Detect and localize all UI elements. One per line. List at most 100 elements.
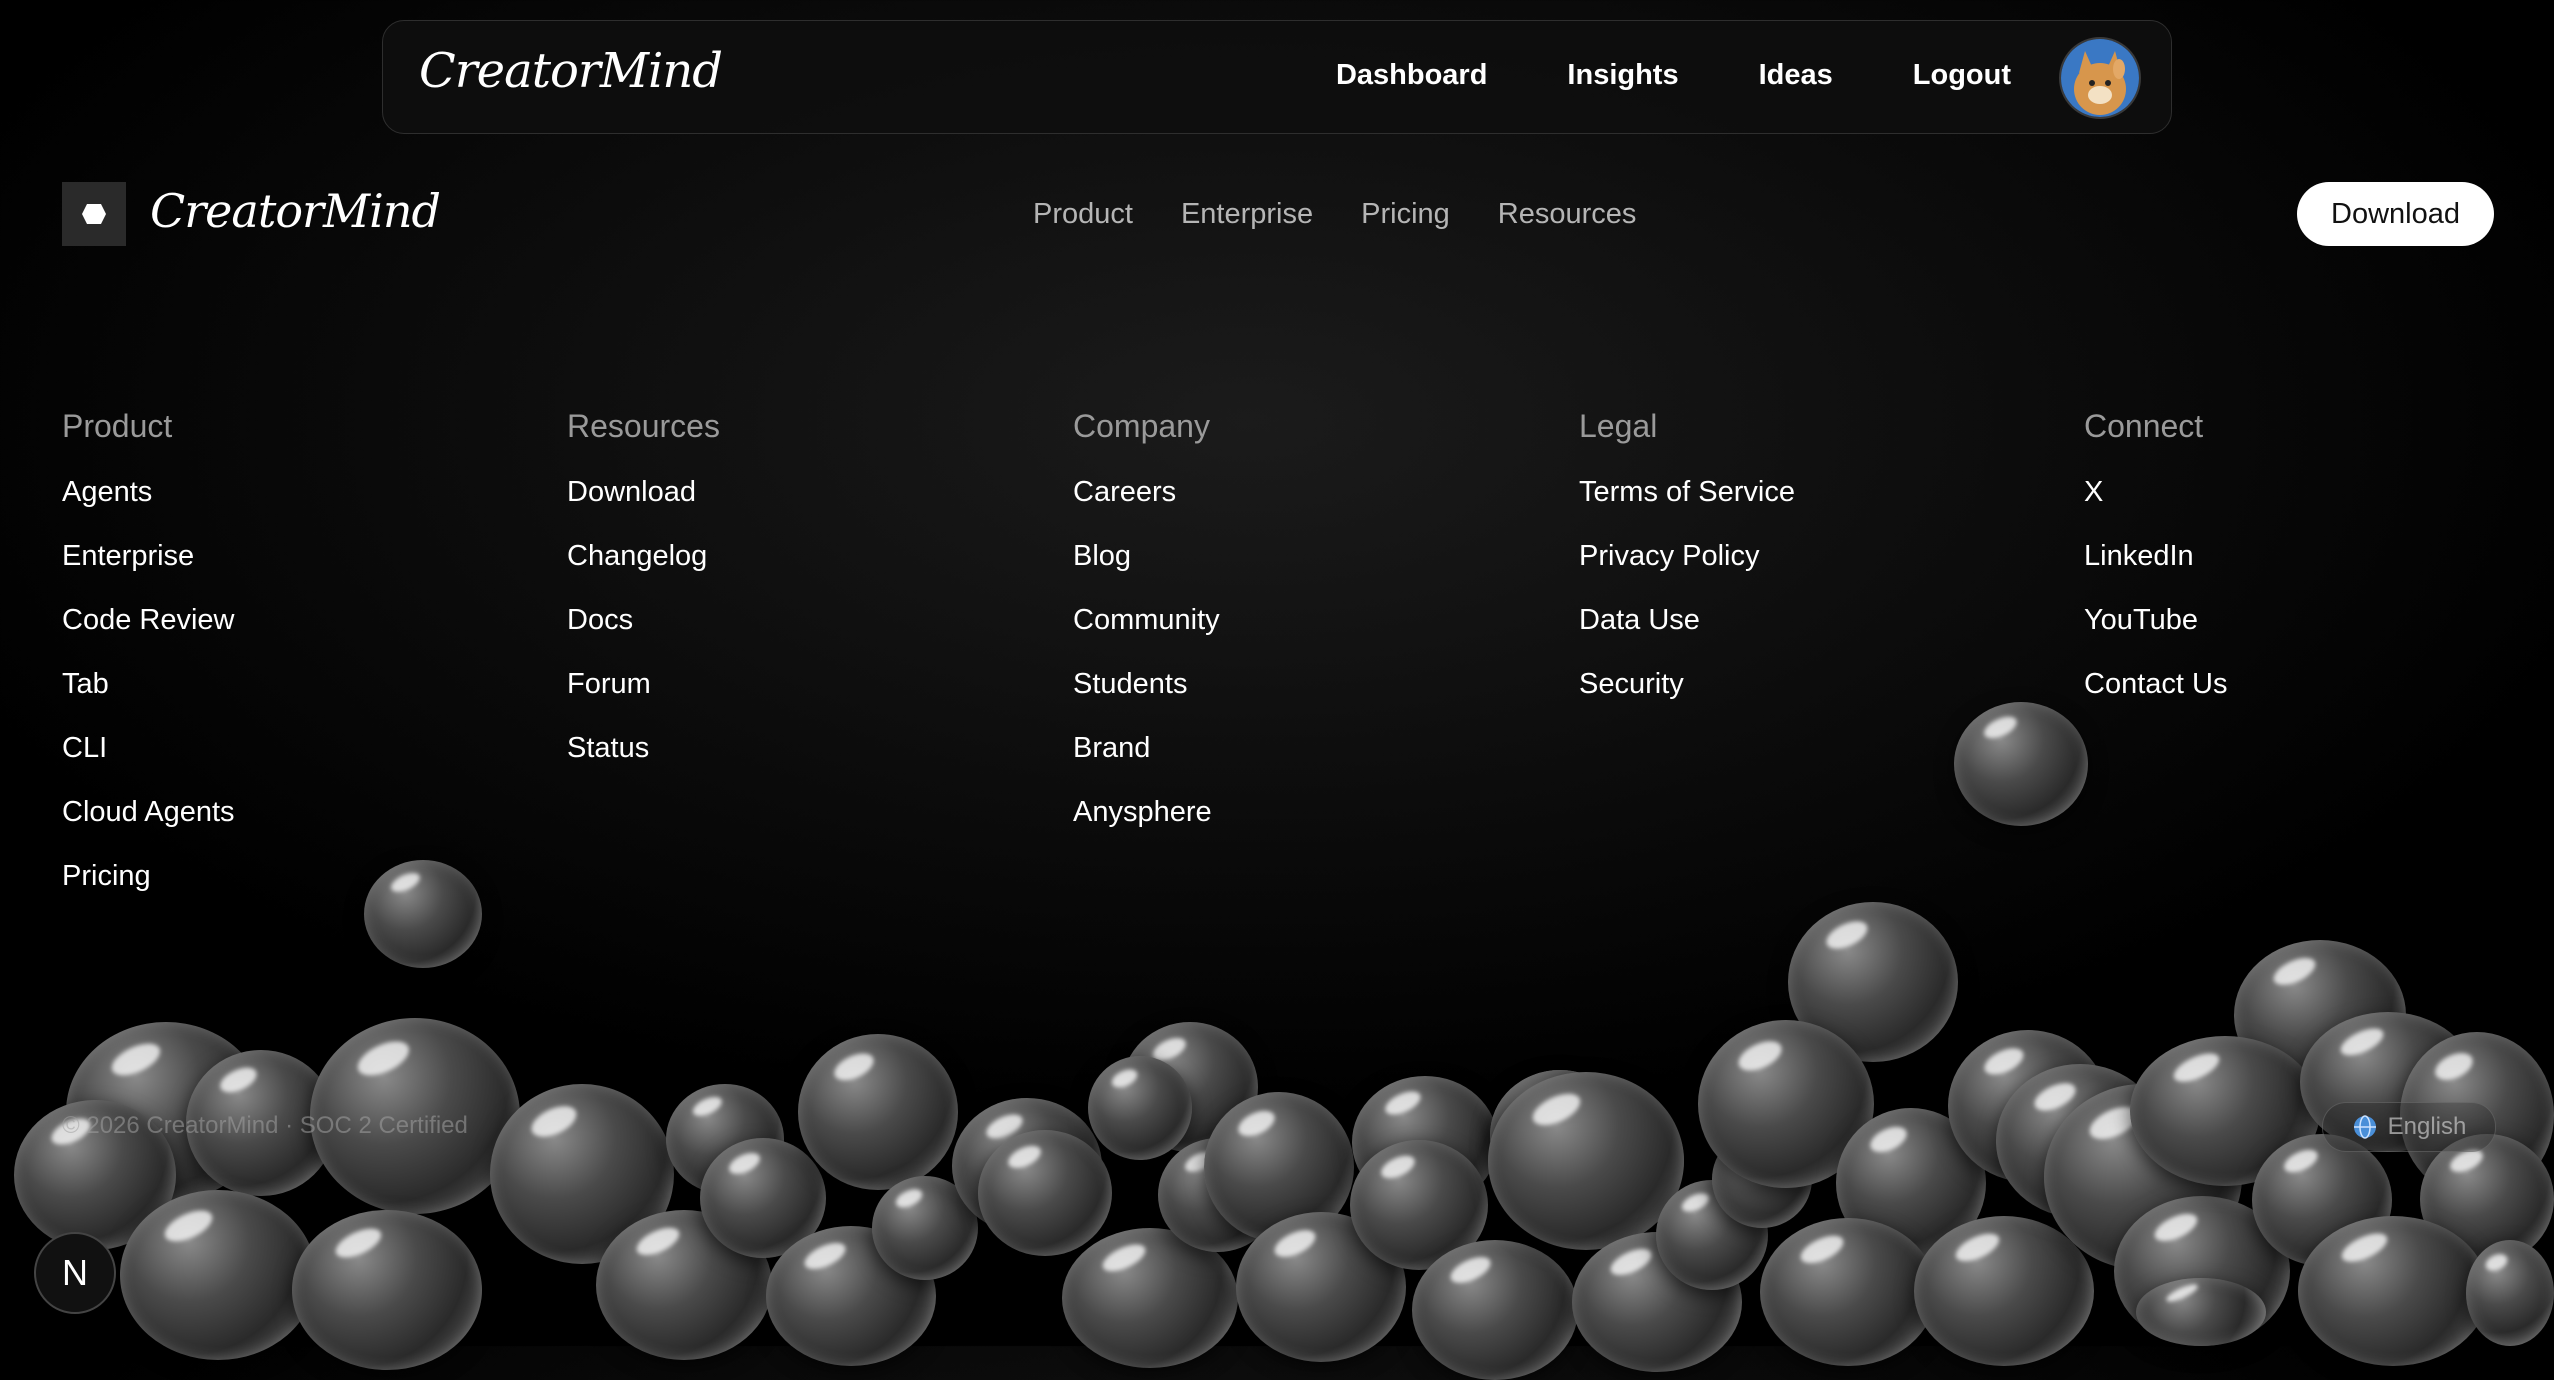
bubble [1352, 1076, 1498, 1208]
footer-link[interactable]: Contact Us [2084, 667, 2227, 731]
bubble [1534, 1090, 1684, 1230]
bubble [766, 1226, 936, 1366]
footer-link[interactable]: Anysphere [1073, 795, 1220, 859]
nav-dashboard[interactable]: Dashboard [1336, 59, 1487, 92]
bubble [1948, 1030, 2108, 1182]
bubble [1914, 1216, 2094, 1366]
copyright: © 2026 CreatorMind · SOC 2 Certified [62, 1112, 468, 1139]
cat-avatar-icon [2061, 39, 2139, 117]
bubble [1488, 1072, 1684, 1250]
bubble [2234, 940, 2406, 1090]
footer-link[interactable]: Community [1073, 603, 1220, 667]
bubble [364, 860, 482, 968]
app-nav: Dashboard Insights Ideas Logout [1336, 59, 2011, 92]
site-logo[interactable]: CreatorMind [150, 184, 441, 238]
footer-column-legal: Legal Terms of Service Privacy Policy Da… [1579, 408, 1795, 731]
bubble [1204, 1092, 1354, 1242]
footer-link[interactable]: Tab [62, 667, 235, 731]
bubble [1490, 1070, 1630, 1200]
nav-insights[interactable]: Insights [1567, 59, 1678, 92]
footer-column-product: Product Agents Enterprise Code Review Ta… [62, 408, 235, 923]
footer-link[interactable]: Terms of Service [1579, 475, 1795, 539]
nav-ideas[interactable]: Ideas [1759, 59, 1833, 92]
bubble [1122, 1022, 1258, 1152]
bubble [2420, 1134, 2554, 1264]
bubble [2044, 1084, 2242, 1270]
bubble [2298, 1216, 2488, 1366]
avatar[interactable] [2059, 37, 2141, 119]
footer-link[interactable]: Careers [1073, 475, 1220, 539]
site-logo-mark[interactable] [62, 182, 126, 246]
footer-link[interactable]: Changelog [567, 539, 720, 603]
footer-column-title: Legal [1579, 408, 1658, 444]
bubble [978, 1130, 1112, 1256]
footer-link[interactable]: Students [1073, 667, 1220, 731]
bubble [292, 1210, 482, 1370]
bubble [1062, 1228, 1238, 1368]
bubble [120, 1190, 316, 1360]
bubble [1788, 902, 1958, 1062]
bubble [1760, 1218, 1936, 1366]
footer-link[interactable]: Download [567, 475, 720, 539]
bubble [666, 1084, 784, 1194]
footer-link[interactable]: Security [1579, 667, 1795, 731]
n-badge[interactable]: N [34, 1232, 116, 1314]
hexagon-icon [82, 204, 106, 224]
bubble [952, 1098, 1102, 1234]
bubble [700, 1138, 826, 1258]
bubble [1656, 1180, 1768, 1290]
footer-link[interactable]: CLI [62, 731, 235, 795]
bubble [2114, 1196, 2290, 1346]
bubble [2136, 1278, 2266, 1346]
footer-link[interactable]: LinkedIn [2084, 539, 2227, 603]
site-nav-enterprise[interactable]: Enterprise [1181, 198, 1313, 231]
nav-logout[interactable]: Logout [1913, 59, 2011, 92]
bubble [1088, 1056, 1192, 1160]
bubble [1490, 1070, 1630, 1200]
download-button[interactable]: Download [2297, 182, 2494, 246]
app-logo[interactable]: CreatorMind [419, 43, 723, 99]
footer-link[interactable]: YouTube [2084, 603, 2227, 667]
bubble [1158, 1138, 1278, 1252]
bubble [1954, 702, 2088, 826]
bubble [1572, 1232, 1742, 1372]
footer-column-title: Connect [2084, 408, 2204, 444]
footer-column-resources: Resources Download Changelog Docs Forum … [567, 408, 720, 795]
bubble [1350, 1140, 1488, 1270]
site-nav-pricing[interactable]: Pricing [1361, 198, 1450, 231]
footer-link[interactable]: X [2084, 475, 2227, 539]
language-selector[interactable]: English [2322, 1102, 2496, 1152]
bubble [2130, 1036, 2320, 1186]
bubble [1236, 1212, 1406, 1362]
footer-link[interactable]: Cloud Agents [62, 795, 235, 859]
footer-link[interactable]: Enterprise [62, 539, 235, 603]
footer-link[interactable]: Blog [1073, 539, 1220, 603]
footer-link[interactable]: Status [567, 731, 720, 795]
footer-column-connect: Connect X LinkedIn YouTube Contact Us [2084, 408, 2227, 731]
bubble [1698, 1020, 1874, 1188]
footer-link[interactable]: Agents [62, 475, 235, 539]
footer-column-title: Resources [567, 408, 720, 444]
footer-link[interactable]: Docs [567, 603, 720, 667]
site-nav-product[interactable]: Product [1033, 198, 1133, 231]
footer-link[interactable]: Forum [567, 667, 720, 731]
site-nav: Product Enterprise Pricing Resources [1033, 198, 1636, 231]
bubble [596, 1210, 772, 1360]
site-nav-resources[interactable]: Resources [1498, 198, 1637, 231]
footer-link[interactable]: Pricing [62, 859, 235, 923]
footer-link[interactable]: Privacy Policy [1579, 539, 1795, 603]
footer-link[interactable]: Data Use [1579, 603, 1795, 667]
bubble [2466, 1240, 2554, 1346]
bubble [872, 1176, 978, 1280]
footer-column-title: Product [62, 408, 173, 444]
globe-icon [2353, 1115, 2376, 1139]
bubble [2252, 1134, 2392, 1266]
bubble [1712, 1130, 1812, 1228]
footer-column-company: Company Careers Blog Community Students … [1073, 408, 1220, 859]
bubble [1996, 1064, 2164, 1218]
bubble [490, 1084, 674, 1264]
bubble [1836, 1108, 1986, 1258]
footer-link[interactable]: Brand [1073, 731, 1220, 795]
footer-link[interactable]: Code Review [62, 603, 235, 667]
bubble [1412, 1240, 1578, 1380]
